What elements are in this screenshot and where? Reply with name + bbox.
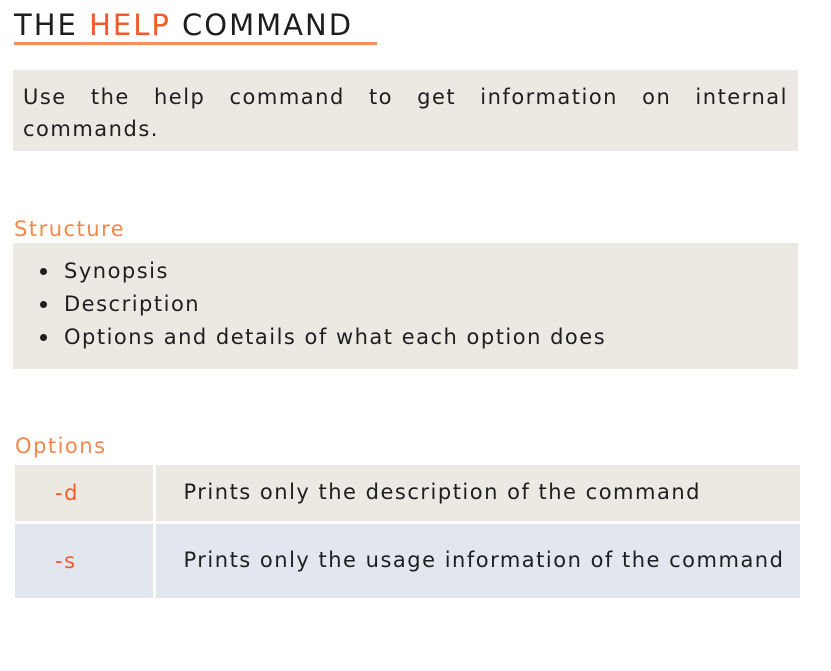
intro-text: Use the help command to get information … [23, 85, 788, 141]
page-title: THE HELP COMMAND [14, 8, 353, 42]
table-row: -d Prints only the description of the co… [15, 465, 800, 524]
list-item: Description [37, 288, 798, 321]
options-heading: Options [15, 434, 107, 458]
list-item-label: Description [64, 292, 201, 316]
list-item-label: Synopsis [64, 259, 169, 283]
option-flag: -s [15, 522, 156, 598]
option-flag: -d [15, 465, 156, 524]
bullet-icon [40, 334, 47, 341]
bullet-icon [40, 268, 47, 275]
structure-list: Synopsis Description Options and details… [13, 255, 798, 354]
title-underline [14, 42, 377, 45]
options-table: -d Prints only the description of the co… [15, 465, 800, 598]
bullet-icon [40, 301, 47, 308]
structure-heading: Structure [14, 217, 126, 241]
table-row: -s Prints only the usage information of … [15, 522, 800, 598]
list-item: Synopsis [37, 255, 798, 288]
title-part-2: COMMAND [170, 8, 354, 42]
title-part-1: THE [14, 8, 90, 42]
intro-box: Use the help command to get information … [13, 70, 798, 151]
list-item-label: Options and details of what each option … [64, 325, 607, 349]
structure-box: Synopsis Description Options and details… [13, 243, 798, 369]
option-description: Prints only the description of the comma… [154, 465, 800, 524]
option-description: Prints only the usage information of the… [154, 522, 800, 598]
title-accent-word: HELP [89, 8, 171, 42]
list-item: Options and details of what each option … [37, 321, 798, 354]
